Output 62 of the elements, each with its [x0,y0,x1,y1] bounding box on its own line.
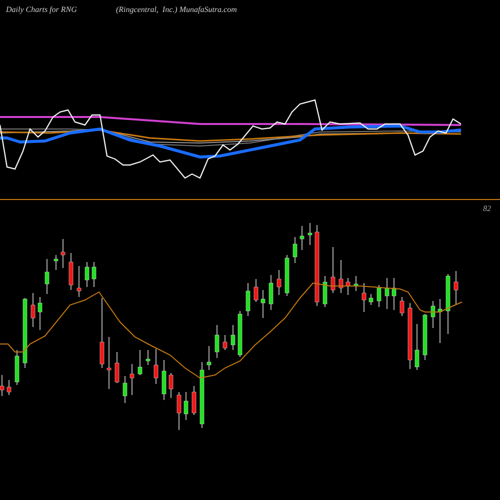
candlestick [414,324,420,370]
candlestick [330,246,336,294]
candlestick [384,278,390,310]
candlestick [68,252,74,290]
axis-label: 82 [483,203,491,215]
candlestick [362,282,366,312]
candlestick [368,294,374,306]
candlestick [354,276,358,292]
candlestick [422,314,428,360]
candlestick [322,276,328,308]
candlestick [284,254,290,296]
candlestick [268,274,274,310]
candlestick [106,336,112,390]
candlestick [308,222,312,246]
candlestick [400,296,404,316]
candlestick [146,350,150,366]
candlestick [44,258,50,294]
candlestick [14,350,20,386]
candlestick [408,302,412,370]
chart-title: Daily Charts for RNG [5,4,78,16]
candlestick [200,362,204,428]
candlestick [60,238,66,268]
candlestick [392,278,396,310]
candlestick [238,310,242,358]
candlestick [222,334,228,350]
candlestick [114,352,120,384]
candlestick [54,254,58,270]
candlestick [338,260,344,294]
candlestick [30,292,36,328]
candlestick [260,290,266,318]
candlestick [76,266,82,298]
candlestick [84,262,90,288]
candlestick [292,236,298,264]
candlestick [154,348,158,384]
candlestick [100,298,104,368]
candlestick [162,360,166,400]
candlestick [184,392,188,420]
candlestick [376,284,382,308]
candlestick [214,324,220,358]
candlestick [254,278,258,302]
candlestick [0,374,4,396]
candlestick [446,274,450,334]
source-label: (Ringcentral, Inc.) MunafaSutra.com [116,4,237,16]
candlestick [138,350,142,376]
candlestick [6,380,12,396]
candlestick [130,364,134,396]
candlestick [430,300,436,328]
candlestick [192,386,196,416]
candlestick [176,392,182,430]
candlestick [230,324,236,350]
candlestick [454,270,458,304]
candlestick [122,376,128,404]
candlestick [92,262,96,288]
candlestick [276,270,282,296]
candlestick [206,346,212,370]
candlestick [246,282,250,316]
candlestick [22,298,28,368]
candlestick [300,226,304,250]
candlestick [168,372,174,398]
candlestick [346,278,350,296]
candlestick [438,298,442,344]
candlestick [38,296,42,330]
